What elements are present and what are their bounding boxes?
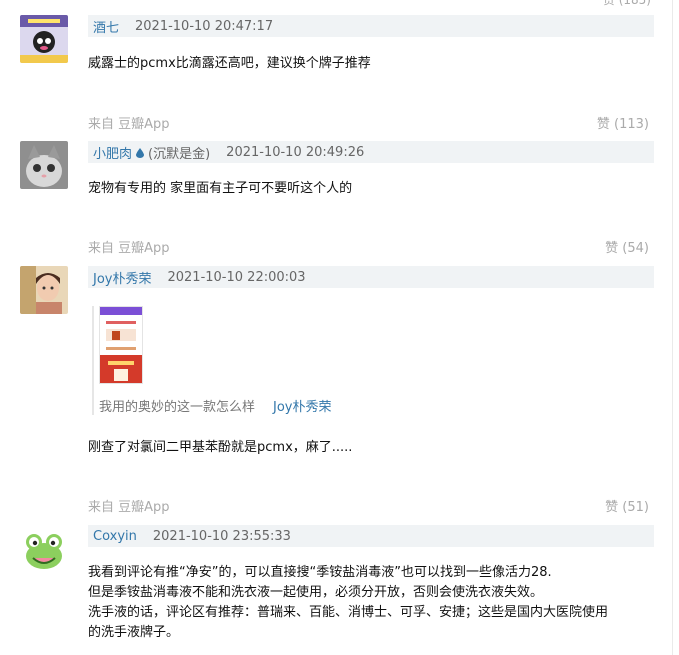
comment-text: 宠物有专用的 家里面有主子可不要听这个人的 — [88, 181, 353, 196]
like-button[interactable]: 赞 (51) — [605, 496, 649, 515]
comment-footer: 来自 豆瓣App 赞 (51) — [88, 496, 654, 516]
previous-like-button[interactable]: 赞 (185) — [603, 0, 651, 8]
comment-text-line: 的洗手液牌子。 — [88, 625, 180, 640]
author-link[interactable]: Coxyin — [93, 529, 137, 544]
comment-footer: 来自 豆瓣App 赞 (113) — [88, 113, 654, 133]
cartoon-avatar-image — [20, 15, 68, 63]
author-link[interactable]: 酒七 — [93, 17, 119, 36]
comment-footer: 来自 豆瓣App 赞 (54) — [88, 237, 654, 257]
comment-time: 2021-10-10 22:00:03 — [167, 269, 306, 285]
comment-text-line: 但是季铵盐消毒液不能和洗衣液一起使用，必须分开放，否则会使洗衣液失效。 — [88, 585, 544, 600]
water-drop-icon — [136, 148, 145, 158]
comment-text: 我看到评论有推“净安”的，可以直接搜“季铵盐消毒液”也可以找到一些像活力28. … — [88, 563, 658, 643]
comment-source: 来自 豆瓣App — [88, 241, 170, 256]
frog-avatar-image — [20, 526, 68, 574]
user-status: (沉默是金) — [148, 146, 211, 162]
photo-avatar-image — [20, 266, 68, 314]
quoted-image-thumbnail[interactable] — [99, 306, 143, 384]
author-link[interactable]: Joy朴秀荣 — [93, 268, 151, 287]
product-screenshot-image — [100, 307, 142, 383]
comment-meta-bar: 小肥肉 (沉默是金) 2021-10-10 20:49:26 — [88, 141, 654, 163]
author-group: 小肥肉 (沉默是金) — [93, 143, 210, 162]
like-button[interactable]: 赞 (54) — [605, 237, 649, 256]
comment-time: 2021-10-10 23:55:33 — [152, 528, 291, 544]
avatar[interactable] — [20, 141, 68, 189]
cat-avatar-image — [20, 141, 68, 189]
like-button[interactable]: 赞 (113) — [597, 113, 649, 132]
comment-time: 2021-10-10 20:47:17 — [135, 18, 274, 34]
avatar[interactable] — [20, 15, 68, 63]
quoted-comment: 我用的奥妙的这一款怎么样 Joy朴秀荣 — [92, 306, 342, 415]
comment-text: 威露士的pcmx比滴露还高吧，建议换个牌子推荐 — [88, 56, 371, 71]
comment-text: 刚查了对氯间二甲基苯酚就是pcmx，麻了..... — [88, 440, 353, 455]
comment-time: 2021-10-10 20:49:26 — [226, 144, 365, 160]
quoted-text: 我用的奥妙的这一款怎么样 — [99, 400, 256, 415]
quoted-author-link[interactable]: Joy朴秀荣 — [273, 396, 331, 415]
comment-meta-bar: Joy朴秀荣 2021-10-10 22:00:03 — [88, 266, 654, 288]
comment-meta-bar: 酒七 2021-10-10 20:47:17 — [88, 15, 654, 37]
comment-meta-bar: Coxyin 2021-10-10 23:55:33 — [88, 525, 654, 547]
scroll-edge-line — [672, 0, 673, 655]
comment-text-line: 我看到评论有推“净安”的，可以直接搜“季铵盐消毒液”也可以找到一些像活力28. — [88, 565, 552, 580]
quoted-text-line: 我用的奥妙的这一款怎么样 Joy朴秀荣 — [99, 396, 342, 415]
avatar[interactable] — [20, 526, 68, 574]
comment-source: 来自 豆瓣App — [88, 500, 170, 515]
avatar[interactable] — [20, 266, 68, 314]
comment-text-line: 洗手液的话，评论区有推荐：普瑞来、百能、消博士、可孚、安捷；这些是国内大医院使用 — [88, 605, 609, 620]
author-link[interactable]: 小肥肉 — [93, 143, 132, 162]
comment-source: 来自 豆瓣App — [88, 117, 170, 132]
